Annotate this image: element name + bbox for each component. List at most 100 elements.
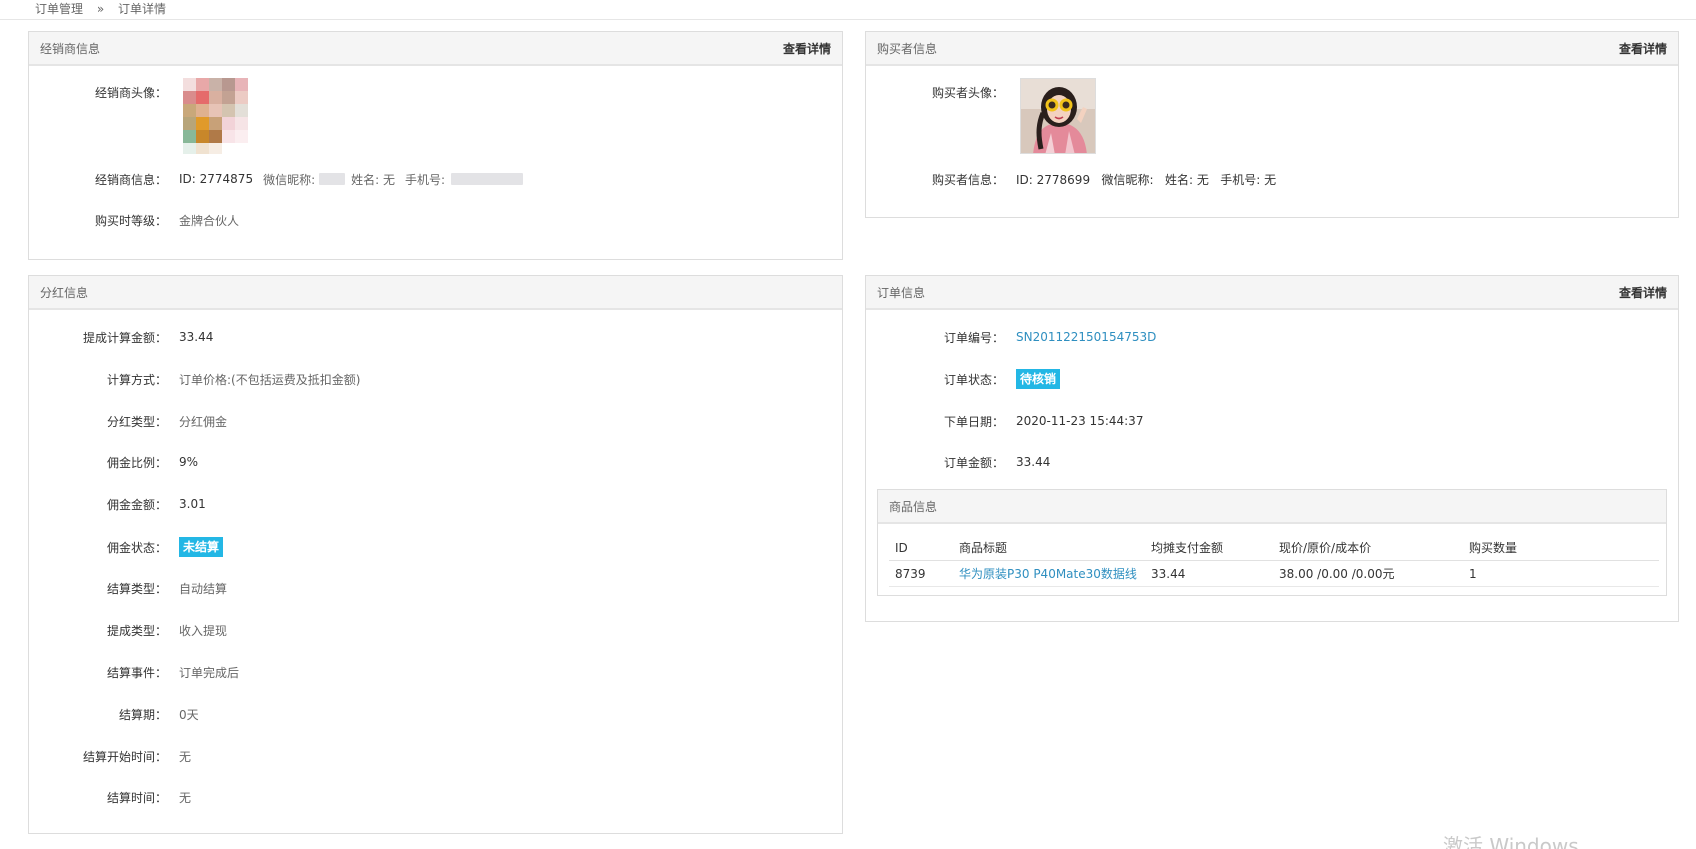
order-amount-value: 33.44: [1016, 455, 1051, 469]
dividend-row-label: 结算期：: [118, 707, 167, 722]
goods-cell-price: 38.00 /0.00 /0.00元: [1273, 560, 1463, 587]
dividend-panel: 分红信息 提成计算金额： 33.44 计算方式： 订单价格:(不包括运费及抵扣金…: [28, 275, 843, 834]
dealer-avatar-row: 经销商头像：: [29, 82, 179, 102]
dividend-panel-title: 分红信息: [40, 285, 89, 300]
goods-col-paid: 均摊支付金额: [1145, 535, 1273, 561]
dividend-row-label: 结算时间：: [106, 790, 167, 805]
dealer-panel-title: 经销商信息: [40, 41, 101, 56]
buyer-avatar-label: 购买者头像：: [931, 85, 1004, 100]
dividend-row-label: 结算事件：: [106, 665, 167, 680]
goods-col-title: 商品标题: [953, 535, 1145, 561]
dealer-phone-label: 手机号:: [405, 172, 446, 187]
buyer-avatar-row: 购买者头像：: [866, 82, 1016, 102]
dividend-panel-header: 分红信息: [29, 276, 842, 310]
dividend-row: 佣金比例： 9%: [29, 452, 198, 472]
buyer-avatar: [1020, 78, 1096, 154]
breadcrumb-separator: »: [96, 2, 105, 16]
order-status-badge: 待核销: [1016, 369, 1061, 389]
dealer-avatar-pixelated: [183, 78, 259, 154]
breadcrumb-order-detail: 订单详情: [118, 2, 167, 16]
order-panel: 订单信息 查看详情 订单编号： SN201122150154753D 订单状态：…: [865, 275, 1679, 622]
goods-table-header: ID 商品标题 均摊支付金额 现价/原价/成本价 购买数量: [889, 535, 1659, 561]
dealer-panel: 经销商信息 查看详情 经销商头像： 经销商信息： ID: 2774875 微信昵…: [28, 31, 843, 260]
goods-cell-paid: 33.44: [1145, 560, 1273, 587]
order-date-label: 下单日期：: [943, 414, 1004, 429]
dividend-row: 结算类型： 自动结算: [29, 578, 227, 598]
order-status-label: 订单状态：: [943, 372, 1004, 387]
dividend-row-label: 结算开始时间：: [82, 749, 167, 764]
dealer-avatar: [183, 78, 259, 154]
order-date-row: 下单日期： 2020-11-23 15:44:37: [866, 411, 1143, 431]
dividend-row: 结算事件： 订单完成后: [29, 662, 239, 682]
dealer-phone-redacted: [451, 173, 524, 185]
dividend-row-value: 0天: [179, 707, 199, 722]
order-amount-row: 订单金额： 33.44: [866, 452, 1050, 472]
dividend-row-value: 订单完成后: [179, 665, 240, 680]
commission-status-badge: 未结算: [179, 537, 224, 557]
dividend-row-label: 计算方式：: [106, 372, 167, 387]
buyer-info-row: 购买者信息： ID: 2778699 微信昵称: 姓名: 无 手机号: 无: [866, 169, 1276, 189]
dividend-row: 结算时间： 无: [29, 787, 191, 807]
dealer-info-label: 经销商信息：: [94, 172, 167, 187]
dealer-info-row: 经销商信息： ID: 2774875 微信昵称: 姓名: 无 手机号:: [29, 169, 524, 189]
goods-col-id: ID: [889, 535, 953, 561]
buyer-info-label: 购买者信息：: [931, 172, 1004, 187]
dealer-level-value: 金牌合伙人: [179, 213, 240, 228]
buyer-panel: 购买者信息 查看详情 购买者头像： 购买者信息： ID: 2778699 微信昵…: [865, 31, 1679, 218]
dividend-row: 提成计算金额： 33.44: [29, 327, 213, 347]
order-status-row: 订单状态： 待核销: [866, 367, 1061, 391]
buyer-avatar-photo: [1021, 79, 1095, 153]
buyer-detail-link[interactable]: 查看详情: [1619, 40, 1667, 57]
order-amount-label: 订单金额：: [943, 455, 1004, 470]
dividend-row-value: 分红佣金: [179, 414, 228, 429]
goods-cell-qty: 1: [1463, 560, 1659, 587]
dividend-row-value: 9%: [179, 455, 199, 469]
dealer-wechat-redacted: [319, 173, 346, 185]
windows-activation-watermark: 激活 Windows: [1443, 834, 1579, 849]
dividend-row: 结算开始时间： 无: [29, 746, 191, 766]
dividend-row-value: 自动结算: [179, 581, 228, 596]
dealer-level-row: 购买时等级： 金牌合伙人: [29, 210, 239, 230]
dividend-row-label: 分红类型：: [106, 414, 167, 429]
dividend-row-value: 无: [179, 749, 192, 764]
breadcrumb: 订单管理 » 订单详情: [0, 0, 1696, 20]
buyer-panel-title: 购买者信息: [877, 41, 938, 56]
goods-cell-id: 8739: [889, 560, 953, 587]
goods-title-link[interactable]: 华为原装P30 P40Mate30数据线: [953, 560, 1145, 587]
dealer-panel-header: 经销商信息 查看详情: [29, 32, 842, 66]
table-row: 8739 华为原装P30 P40Mate30数据线 33.44 38.00 /0…: [889, 560, 1659, 587]
dividend-row-value: 订单价格:(不包括运费及抵扣金额): [179, 372, 361, 387]
dividend-row-label: 提成类型：: [106, 623, 167, 638]
dividend-row: 佣金状态： 未结算: [29, 535, 224, 559]
dealer-level-label: 购买时等级：: [94, 213, 167, 228]
dividend-row-label: 佣金金额：: [106, 497, 167, 512]
order-detail-link[interactable]: 查看详情: [1619, 284, 1667, 301]
dealer-detail-link[interactable]: 查看详情: [783, 40, 831, 57]
dividend-row-label: 提成计算金额：: [82, 330, 167, 345]
dividend-row: 计算方式： 订单价格:(不包括运费及抵扣金额): [29, 369, 360, 389]
dividend-row-label: 佣金状态：: [106, 540, 167, 555]
dividend-row-label: 佣金比例：: [106, 455, 167, 470]
breadcrumb-order-management[interactable]: 订单管理: [35, 2, 83, 16]
order-panel-title: 订单信息: [877, 285, 926, 300]
order-date-value: 2020-11-23 15:44:37: [1016, 414, 1144, 428]
goods-table: ID 商品标题 均摊支付金额 现价/原价/成本价 购买数量 8739 华为原装P…: [889, 535, 1659, 587]
goods-col-qty: 购买数量: [1463, 535, 1659, 561]
dealer-avatar-label: 经销商头像：: [94, 85, 167, 100]
goods-panel-title: 商品信息: [878, 490, 1666, 524]
dealer-id: ID: 2774875: [179, 172, 254, 186]
buyer-panel-header: 购买者信息 查看详情: [866, 32, 1678, 66]
dividend-row-value: 33.44: [179, 330, 214, 344]
order-panel-header: 订单信息 查看详情: [866, 276, 1678, 310]
dividend-row: 提成类型： 收入提现: [29, 620, 227, 640]
order-sn-link[interactable]: SN201122150154753D: [1016, 330, 1156, 344]
dividend-row-value: 3.01: [179, 497, 206, 511]
order-sn-row: 订单编号： SN201122150154753D: [866, 327, 1156, 347]
goods-col-price: 现价/原价/成本价: [1273, 535, 1463, 561]
dealer-name: 姓名: 无: [351, 172, 395, 187]
dividend-row-label: 结算类型：: [106, 581, 167, 596]
goods-panel: 商品信息 ID 商品标题 均摊支付金额 现价/原价/成本价 购买数量 8739 …: [877, 489, 1667, 596]
dealer-wechat-label: 微信昵称:: [263, 172, 316, 187]
dividend-row-value: 收入提现: [179, 623, 228, 638]
dividend-row: 结算期： 0天: [29, 704, 199, 724]
